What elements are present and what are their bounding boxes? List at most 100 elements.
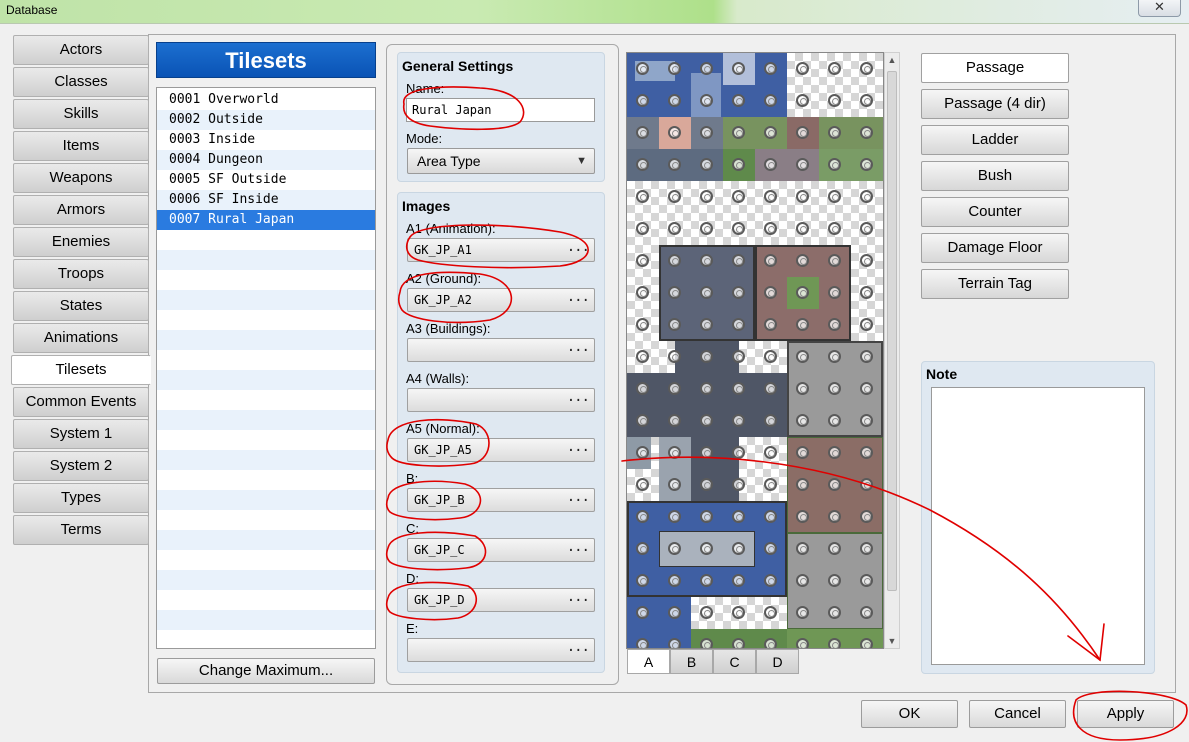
counter-button[interactable]: Counter <box>921 197 1069 227</box>
passage-circle-icon <box>860 126 873 139</box>
note-title: Note <box>926 366 958 382</box>
category-terms[interactable]: Terms <box>13 515 149 545</box>
cancel-button[interactable]: Cancel <box>969 700 1066 728</box>
note-textarea[interactable] <box>931 387 1145 665</box>
passage-circle-icon <box>700 574 713 587</box>
tileset-row[interactable]: 0001 Overworld <box>157 90 375 110</box>
close-icon[interactable]: ✕ <box>1138 0 1181 17</box>
tileset-list[interactable]: 0001 Overworld 0002 Outside 0003 Inside … <box>156 87 376 649</box>
tileset-row[interactable]: 0004 Dungeon <box>157 150 375 170</box>
image-field-a2[interactable]: GK_JP_A2... <box>407 288 595 312</box>
image-label-a2: A2 (Ground): <box>406 271 482 286</box>
tileset-row[interactable]: 0002 Outside <box>157 110 375 130</box>
passage-circle-icon <box>732 126 745 139</box>
tileset-row[interactable]: 0005 SF Outside <box>157 170 375 190</box>
image-field-a3[interactable]: ... <box>407 338 595 362</box>
palette-tab-c[interactable]: C <box>713 649 756 674</box>
empty-row <box>157 470 375 490</box>
category-skills[interactable]: Skills <box>13 99 149 129</box>
browse-icon[interactable]: ... <box>567 586 590 608</box>
category-armors[interactable]: Armors <box>13 195 149 225</box>
passage-circle-icon <box>828 414 841 427</box>
empty-row <box>157 250 375 270</box>
scroll-down-icon[interactable]: ▼ <box>885 634 899 648</box>
category-states[interactable]: States <box>13 291 149 321</box>
category-classes[interactable]: Classes <box>13 67 149 97</box>
category-system-2[interactable]: System 2 <box>13 451 149 481</box>
category-animations[interactable]: Animations <box>13 323 149 353</box>
image-field-d[interactable]: GK_JP_D... <box>407 588 595 612</box>
image-value-d: GK_JP_D <box>414 593 465 607</box>
passage-circle-icon <box>732 382 745 395</box>
passage-circle-icon <box>732 190 745 203</box>
ladder-button[interactable]: Ladder <box>921 125 1069 155</box>
tileset-row-selected[interactable]: 0007 Rural Japan <box>157 210 375 230</box>
category-actors[interactable]: Actors <box>13 35 149 65</box>
empty-row <box>157 510 375 530</box>
passage-circle-icon <box>828 478 841 491</box>
passage-circle-icon <box>796 414 809 427</box>
browse-icon[interactable]: ... <box>567 286 590 308</box>
category-common-events[interactable]: Common Events <box>13 387 149 417</box>
browse-icon[interactable]: ... <box>567 336 590 358</box>
passage-circle-icon <box>732 286 745 299</box>
browse-icon[interactable]: ... <box>567 536 590 558</box>
browse-icon[interactable]: ... <box>567 486 590 508</box>
passage-circle-icon <box>860 190 873 203</box>
image-field-c[interactable]: GK_JP_C... <box>407 538 595 562</box>
category-system-1[interactable]: System 1 <box>13 419 149 449</box>
scroll-up-icon[interactable]: ▲ <box>885 53 899 67</box>
passage-circle-icon <box>796 542 809 555</box>
passage-circle-icon <box>796 126 809 139</box>
passage-4dir-button[interactable]: Passage (4 dir) <box>921 89 1069 119</box>
image-field-a5[interactable]: GK_JP_A5... <box>407 438 595 462</box>
passage-circle-icon <box>860 318 873 331</box>
apply-button[interactable]: Apply <box>1077 700 1174 728</box>
passage-circle-icon <box>860 62 873 75</box>
passage-circle-icon <box>860 254 873 267</box>
passage-circle-icon <box>668 446 681 459</box>
palette-scrollbar[interactable]: ▲ ▼ <box>884 52 900 649</box>
mode-select[interactable]: Area Type ▼ <box>407 148 595 174</box>
category-items[interactable]: Items <box>13 131 149 161</box>
terrain-tag-button[interactable]: Terrain Tag <box>921 269 1069 299</box>
palette-tab-d[interactable]: D <box>756 649 799 674</box>
passage-circle-icon <box>796 190 809 203</box>
tileset-row[interactable]: 0003 Inside <box>157 130 375 150</box>
passage-circle-icon <box>860 350 873 363</box>
bush-button[interactable]: Bush <box>921 161 1069 191</box>
image-field-e[interactable]: ... <box>407 638 595 662</box>
passage-circle-icon <box>732 222 745 235</box>
image-field-a1[interactable]: GK_JP_A1... <box>407 238 595 262</box>
category-enemies[interactable]: Enemies <box>13 227 149 257</box>
passage-circle-icon <box>796 574 809 587</box>
tileset-row[interactable]: 0006 SF Inside <box>157 190 375 210</box>
passage-circle-icon <box>636 286 649 299</box>
category-weapons[interactable]: Weapons <box>13 163 149 193</box>
tile-palette[interactable] <box>626 52 884 649</box>
change-maximum-button[interactable]: Change Maximum... <box>157 658 375 684</box>
passage-circle-icon <box>636 126 649 139</box>
empty-row <box>157 410 375 430</box>
browse-icon[interactable]: ... <box>567 436 590 458</box>
damage-floor-button[interactable]: Damage Floor <box>921 233 1069 263</box>
scroll-thumb[interactable] <box>887 71 897 591</box>
browse-icon[interactable]: ... <box>567 386 590 408</box>
palette-tab-a[interactable]: A <box>627 649 670 674</box>
image-field-b[interactable]: GK_JP_B... <box>407 488 595 512</box>
browse-icon[interactable]: ... <box>567 236 590 258</box>
name-input[interactable]: Rural Japan <box>406 98 595 122</box>
passage-circle-icon <box>828 126 841 139</box>
category-tilesets[interactable]: Tilesets <box>11 355 151 385</box>
passage-circle-icon <box>700 350 713 363</box>
image-field-a4[interactable]: ... <box>407 388 595 412</box>
category-types[interactable]: Types <box>13 483 149 513</box>
palette-tab-b[interactable]: B <box>670 649 713 674</box>
ok-button[interactable]: OK <box>861 700 958 728</box>
passage-button[interactable]: Passage <box>921 53 1069 83</box>
image-value-a1: GK_JP_A1 <box>414 243 472 257</box>
passage-circle-icon <box>732 638 745 648</box>
general-settings-title: General Settings <box>402 58 514 74</box>
browse-icon[interactable]: ... <box>567 636 590 658</box>
category-troops[interactable]: Troops <box>13 259 149 289</box>
